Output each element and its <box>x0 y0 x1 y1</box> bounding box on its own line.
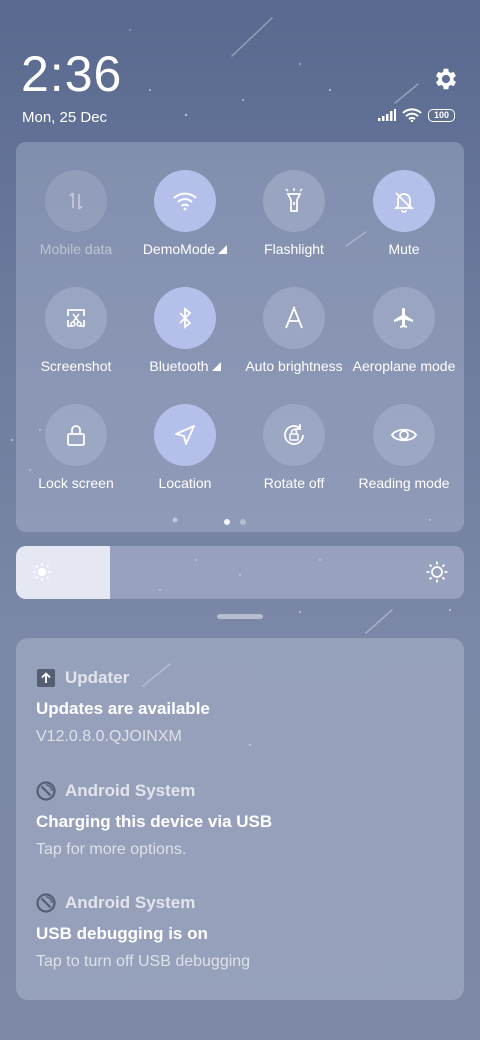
wifi-icon <box>402 108 422 122</box>
notification-usb-charging[interactable]: Android System Charging this device via … <box>36 781 456 859</box>
clock-time: 2:36 <box>21 46 123 102</box>
tile-wifi-demomode[interactable]: DemoMode <box>130 170 240 257</box>
notification-title: Charging this device via USB <box>36 812 273 831</box>
screenshot-icon <box>45 287 107 349</box>
tile-label: Auto brightness <box>245 358 343 374</box>
brightness-high-icon <box>426 561 448 583</box>
tile-aeroplane-mode[interactable]: Aeroplane mode <box>349 287 459 374</box>
tile-label: Flashlight <box>264 241 324 257</box>
tile-auto-brightness[interactable]: Auto brightness <box>239 287 349 374</box>
mute-icon <box>373 170 435 232</box>
tile-label: Rotate off <box>263 475 325 491</box>
notification-app-name: Android System <box>65 781 196 800</box>
notification-app-name: Updater <box>65 668 130 687</box>
settings-gear-icon[interactable] <box>432 65 460 93</box>
tile-label: Bluetooth <box>130 358 240 374</box>
tile-location[interactable]: Location <box>130 404 240 491</box>
notification-app-header: Android System <box>36 781 456 801</box>
tile-label: Lock screen <box>38 475 114 491</box>
tile-bluetooth[interactable]: Bluetooth <box>130 287 240 374</box>
notification-text: Tap to turn off USB debugging <box>36 953 251 970</box>
signal-icon <box>378 109 396 121</box>
tile-label: Location <box>158 475 212 491</box>
wifi-icon <box>154 170 216 232</box>
tile-label: DemoMode <box>130 241 240 257</box>
rotate-lock-icon <box>263 404 325 466</box>
page-indicator <box>224 519 246 525</box>
clock-date: Mon, 25 Dec <box>22 109 108 126</box>
battery-icon: 100 <box>428 108 456 122</box>
auto-brightness-icon <box>263 287 325 349</box>
tile-mute[interactable]: Mute <box>349 170 459 257</box>
eye-icon <box>373 404 435 466</box>
tile-reading-mode[interactable]: Reading mode <box>349 404 459 491</box>
tile-label: Aeroplane mode <box>352 358 456 374</box>
notification-app-header: Updater <box>36 668 456 688</box>
tile-rotate-off[interactable]: Rotate off <box>239 404 349 491</box>
drag-handle[interactable] <box>217 614 263 619</box>
tile-mobile-data[interactable]: Mobile data <box>21 170 131 257</box>
page-dot-active <box>224 519 230 525</box>
flashlight-icon <box>263 170 325 232</box>
brightness-low-icon <box>33 563 51 581</box>
notification-title: USB debugging is on <box>36 924 208 943</box>
notification-app-name: Android System <box>65 893 196 912</box>
tile-screenshot[interactable]: Screenshot <box>21 287 131 374</box>
bluetooth-icon <box>154 287 216 349</box>
tile-flashlight[interactable]: Flashlight <box>239 170 349 257</box>
location-icon <box>154 404 216 466</box>
lock-icon <box>45 404 107 466</box>
tile-label: Mute <box>388 241 420 257</box>
brightness-slider[interactable] <box>16 546 464 599</box>
tile-label: Reading mode <box>358 475 450 491</box>
mobile-data-icon <box>45 170 107 232</box>
tile-label: Screenshot <box>40 358 112 374</box>
notification-title: Updates are available <box>36 699 210 718</box>
notification-text: V12.0.8.0.QJOINXM <box>36 728 182 745</box>
notification-usb-debugging[interactable]: Android System USB debugging is on Tap t… <box>36 893 456 971</box>
notification-app-header: Android System <box>36 893 456 913</box>
tile-lock-screen[interactable]: Lock screen <box>21 404 131 491</box>
updater-icon <box>37 669 55 687</box>
notification-text: Tap for more options. <box>36 841 187 858</box>
aeroplane-icon <box>373 287 435 349</box>
expand-arrow-icon[interactable] <box>211 362 221 371</box>
status-bar: 100 <box>378 108 456 122</box>
android-system-icon <box>36 781 56 801</box>
notification-updater[interactable]: Updater Updates are available V12.0.8.0.… <box>36 668 456 746</box>
tile-label: Mobile data <box>39 241 113 257</box>
brightness-slider-fill <box>16 546 111 599</box>
android-system-icon <box>36 893 56 913</box>
page-dot <box>240 519 246 525</box>
expand-arrow-icon[interactable] <box>218 245 228 254</box>
